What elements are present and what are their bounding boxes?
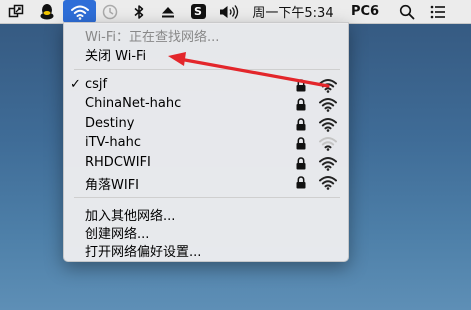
checkmark-icon: ✓ [70,77,81,92]
network-item[interactable]: RHDCWIFI [64,154,348,174]
volume-icon[interactable] [215,0,243,23]
user-menu[interactable]: PC6 [348,0,382,23]
toggle-wifi-item[interactable]: 关闭 Wi-Fi [64,44,348,64]
network-item[interactable]: ChinaNet-hahc [64,95,348,115]
screen-share-icon[interactable] [6,0,26,23]
wifi-signal-icon [318,136,338,155]
network-name: Destiny [85,115,135,131]
s-app-icon[interactable]: S [187,0,209,23]
spotlight-search-icon[interactable] [396,0,418,23]
network-name: iTV-hahc [85,135,141,151]
qq-icon[interactable] [36,0,58,23]
wifi-status-row: Wi-Fi：正在查找网络... [64,25,348,45]
network-item[interactable]: ✓ csjf [64,76,348,96]
lock-icon [296,137,306,154]
s-app-glyph: S [190,4,206,19]
menu-separator [74,197,340,198]
network-name: ChinaNet-hahc [85,96,182,112]
user-label: PC6 [350,4,380,19]
time-machine-icon[interactable] [97,0,122,23]
join-other-network-item[interactable]: 加入其他网络... [64,204,348,224]
wifi-menu-icon[interactable] [63,0,96,23]
network-name: 角落WIFI [85,178,139,193]
menu-separator [74,69,340,70]
lock-icon [296,176,306,193]
lock-icon [296,98,306,115]
wifi-signal-icon [318,97,338,116]
eject-icon[interactable] [157,0,179,23]
network-name: RHDCWIFI [85,154,151,170]
open-network-preferences-item[interactable]: 打开网络偏好设置... [64,240,348,260]
wifi-signal-icon [318,78,338,97]
clock-label: 周一下午5:34 [252,6,334,21]
lock-icon [296,156,306,174]
bluetooth-icon[interactable] [129,0,149,23]
create-network-item[interactable]: 创建网络... [64,222,348,242]
wifi-signal-icon [318,175,338,194]
wifi-dropdown-menu: Wi-Fi：正在查找网络... 关闭 Wi-Fi ✓ csjf ChinaNet-h… [63,22,349,262]
network-item[interactable]: Destiny [64,115,348,135]
menu-bar: S 周一下午5:34 PC6 [0,0,471,24]
lock-icon [296,79,306,96]
wifi-signal-icon [318,156,338,175]
clock[interactable]: 周一下午5:34 [246,0,340,23]
network-item[interactable]: iTV-hahc [64,134,348,154]
network-name: csjf [85,77,108,92]
toggle-wifi-label: 关闭 Wi-Fi [85,49,147,64]
lock-icon [296,118,306,135]
wifi-signal-icon [318,117,338,136]
network-item[interactable]: 角落WIFI [64,173,348,193]
open-network-preferences-label: 打开网络偏好设置... [85,245,202,260]
notification-center-icon[interactable] [427,0,449,23]
wifi-status-label: Wi-Fi：正在查找网络... [85,30,220,45]
